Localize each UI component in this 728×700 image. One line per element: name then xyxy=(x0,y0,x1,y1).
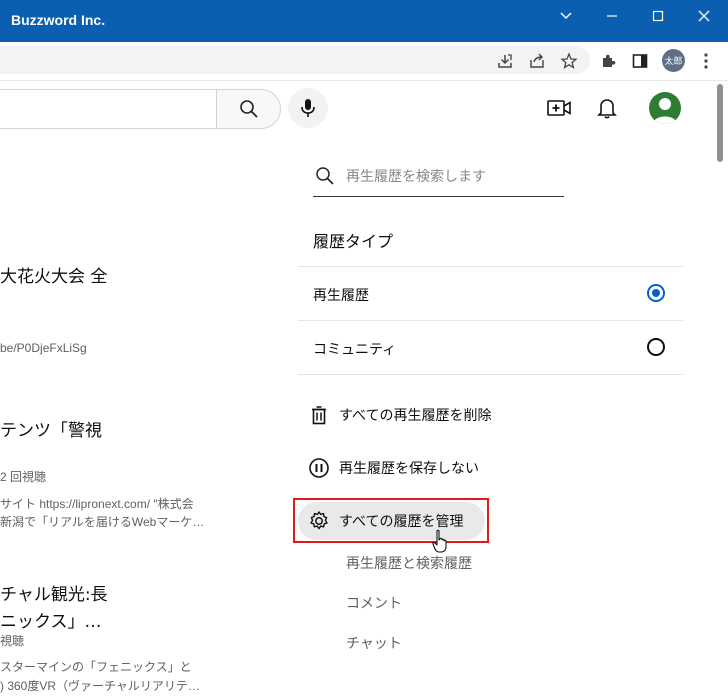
video-title[interactable]: チャル観光:長 xyxy=(0,580,108,605)
highlight-box xyxy=(293,498,489,543)
video-description: 新潟で「リアルを届けるWebマーケ… xyxy=(0,515,205,529)
video-meta: 視聴 xyxy=(0,634,25,648)
history-type-watch-radio[interactable] xyxy=(647,284,665,302)
history-link-comments[interactable]: コメント xyxy=(346,593,402,613)
history-type-community-radio[interactable] xyxy=(647,338,665,356)
history-search-placeholder: 再生履歴を検索します xyxy=(346,169,486,185)
clear-all-history-label: すべての再生履歴を削除 xyxy=(339,408,492,424)
pause-history-label: 再生履歴を保存しない xyxy=(339,461,479,477)
extensions-icon[interactable] xyxy=(598,51,618,71)
close-icon[interactable] xyxy=(689,6,719,26)
search-icon xyxy=(239,100,258,118)
history-type-community-label[interactable]: コミュニティ xyxy=(313,339,396,359)
clear-all-history-button[interactable]: すべての再生履歴を削除 xyxy=(306,397,491,433)
video-title-line2[interactable]: ニックス」… xyxy=(0,607,102,632)
history-search-input[interactable]: 再生履歴を検索します xyxy=(313,158,564,197)
minimize-icon[interactable] xyxy=(597,6,627,26)
history-link-watch-search[interactable]: 再生履歴と検索履歴 xyxy=(346,553,472,573)
more-menu-icon[interactable] xyxy=(696,51,716,71)
microphone-icon xyxy=(301,99,315,117)
maximize-icon[interactable] xyxy=(643,6,673,26)
video-description: サイト https://lipronext.com/ "株式会 xyxy=(0,497,194,511)
video-description: ) 360度VR（ヴァーチャルリアリテ… xyxy=(0,679,200,693)
divider xyxy=(298,374,683,375)
window-titlebar: Buzzword Inc. xyxy=(0,0,728,42)
video-meta: be/P0DjeFxLiSg xyxy=(0,341,87,355)
create-video-button[interactable] xyxy=(545,94,573,122)
install-app-icon[interactable] xyxy=(495,51,515,71)
window-title: Buzzword Inc. xyxy=(11,12,106,28)
avatar[interactable] xyxy=(649,92,681,124)
divider xyxy=(298,266,683,267)
trash-icon xyxy=(306,402,332,428)
pause-history-button[interactable]: 再生履歴を保存しない xyxy=(306,450,479,486)
bookmark-star-icon[interactable] xyxy=(559,51,579,71)
browser-toolbar: 太郎 xyxy=(0,42,728,81)
video-title[interactable]: 大花火大会 全 xyxy=(0,262,107,287)
video-title[interactable]: テンツ「警視 xyxy=(0,416,102,441)
profile-avatar[interactable]: 太郎 xyxy=(662,49,685,72)
voice-search-button[interactable] xyxy=(288,88,328,128)
side-panel-icon[interactable] xyxy=(630,51,650,71)
search-input[interactable] xyxy=(0,89,217,129)
video-add-icon xyxy=(547,100,571,116)
notifications-button[interactable] xyxy=(593,94,621,122)
search-icon xyxy=(316,167,334,185)
user-avatar-icon xyxy=(653,98,677,124)
divider xyxy=(298,320,683,321)
video-description: スターマインの「フェニックス」と xyxy=(0,660,192,674)
share-icon[interactable] xyxy=(527,51,547,71)
hand-cursor-icon xyxy=(432,529,447,553)
scrollbar-thumb[interactable] xyxy=(717,84,723,162)
chevron-down-icon[interactable] xyxy=(551,6,581,26)
history-link-chat[interactable]: チャット xyxy=(346,633,402,653)
bell-icon xyxy=(597,99,617,119)
search-button[interactable] xyxy=(216,89,281,129)
video-meta: 2 回視聴 xyxy=(0,470,47,484)
history-type-heading: 履歴タイプ xyxy=(313,232,394,251)
pause-icon xyxy=(306,455,332,481)
history-type-watch-label[interactable]: 再生履歴 xyxy=(313,285,369,305)
